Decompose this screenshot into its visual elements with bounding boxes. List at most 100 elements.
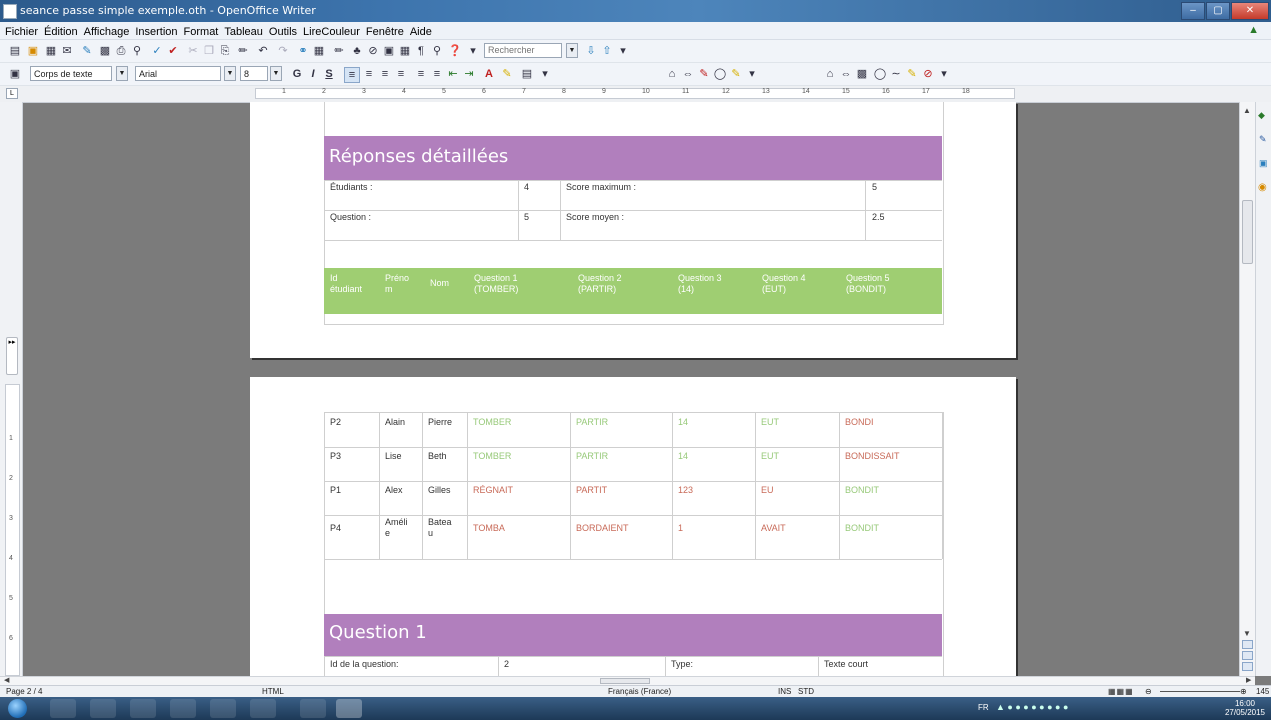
font-color-icon[interactable]: A (482, 67, 496, 81)
sidebar-properties-icon[interactable]: ◆ (1258, 110, 1265, 121)
font-name-field[interactable]: Arial (135, 66, 221, 81)
export-pdf-icon[interactable]: ▩ (98, 44, 112, 58)
lirecouleur2-wave-icon[interactable]: ∼ (889, 67, 903, 81)
taskbar-media-icon[interactable] (130, 699, 156, 718)
status-ins[interactable]: INS (778, 687, 791, 696)
zoom-out-icon[interactable]: ⊖ (1145, 687, 1152, 696)
close-button[interactable]: ✕ (1231, 2, 1269, 20)
menu-item-8[interactable]: Fenêtre (363, 24, 407, 41)
zoom-icon[interactable]: ⚲ (430, 44, 444, 58)
lirecouleur-pencil-icon[interactable]: ✎ (697, 67, 711, 81)
autospell-icon[interactable]: ✔ (166, 44, 180, 58)
sidebar-navigator-icon[interactable]: ◉ (1258, 182, 1267, 193)
search-dropdown-icon[interactable]: ▼ (566, 43, 578, 58)
status-std[interactable]: STD (798, 687, 814, 696)
clone-format-icon[interactable]: ✏ (236, 44, 250, 58)
font-size-field[interactable]: 8 (240, 66, 268, 81)
clock[interactable]: 16:00 27/05/2015 (1225, 699, 1265, 717)
edit-mode-icon[interactable]: ✎ (80, 44, 94, 58)
copy-icon[interactable]: ❐ (202, 44, 216, 58)
format-more-icon[interactable]: ▾ (538, 67, 552, 81)
toolbar-options-icon[interactable]: ▾ (466, 44, 480, 58)
lirecouleur2-link-icon[interactable]: ⇔ (839, 67, 853, 81)
underline-button[interactable]: S (322, 67, 336, 81)
tray-language[interactable]: FR (978, 703, 989, 712)
find-next-icon[interactable]: ⇩ (584, 44, 598, 58)
spellcheck-icon[interactable]: ✓ (150, 44, 164, 58)
taskbar-firefox-icon[interactable] (170, 699, 196, 718)
undo-icon[interactable]: ↶ (256, 44, 270, 58)
lirecouleur2-more-icon[interactable]: ▾ (937, 67, 951, 81)
status-zoom[interactable]: 145 (1256, 687, 1269, 696)
view-layout-icon[interactable]: ▦▦▦ (1108, 687, 1134, 696)
menu-item-0[interactable]: Fichier (2, 24, 41, 41)
print-preview-icon[interactable]: ⚲ (130, 44, 144, 58)
next-page-icon[interactable] (1242, 662, 1253, 671)
numbering-icon[interactable]: ≡ (414, 67, 428, 81)
find-previous-icon[interactable]: ⇧ (600, 44, 614, 58)
taskbar-explorer-icon[interactable] (90, 699, 116, 718)
align-left-icon[interactable]: ≡ (344, 67, 360, 83)
bold-button[interactable]: G (290, 67, 304, 81)
find-replace-icon[interactable]: ♣ (350, 44, 364, 58)
lirecouleur2-syllable-icon[interactable]: ▩ (855, 67, 869, 81)
taskbar-app6-icon[interactable] (250, 699, 276, 718)
toolbar-more-icon[interactable]: ▾ (616, 44, 630, 58)
lirecouleur2-brush-icon[interactable]: ✎ (905, 67, 919, 81)
paste-icon[interactable]: ⎘ (218, 44, 232, 58)
menu-item-3[interactable]: Insertion (132, 24, 180, 41)
styles-icon[interactable]: ▣ (8, 67, 22, 81)
minimize-button[interactable]: – (1181, 2, 1205, 20)
mail-icon[interactable]: ✉ (60, 44, 74, 58)
lirecouleur2-home-icon[interactable]: ⌂ (823, 67, 837, 81)
font-name-dropdown-icon[interactable]: ▼ (224, 66, 236, 81)
taskbar-app7-icon[interactable] (300, 699, 326, 718)
data-sources-icon[interactable]: ▦ (398, 44, 412, 58)
navigator-icon[interactable]: ⊘ (366, 44, 380, 58)
status-language[interactable]: Français (France) (608, 687, 671, 696)
gallery-icon[interactable]: ▣ (382, 44, 396, 58)
close-document-icon[interactable]: ▲ (1248, 24, 1259, 36)
lirecouleur-link-icon[interactable]: ⇔ (681, 67, 695, 81)
align-center-icon[interactable]: ≡ (362, 67, 376, 81)
lirecouleur-brush-icon[interactable]: ✎ (729, 67, 743, 81)
scroll-up-icon[interactable]: ▲ (1243, 106, 1251, 115)
menu-item-1[interactable]: Édition (41, 24, 81, 41)
start-button[interactable] (8, 699, 27, 718)
increase-indent-icon[interactable]: ⇥ (462, 67, 476, 81)
menu-item-7[interactable]: LireCouleur (300, 24, 363, 41)
menu-item-9[interactable]: Aide (407, 24, 435, 41)
highlight-icon[interactable]: ✎ (500, 67, 514, 81)
print-icon[interactable]: ⎙ (114, 44, 128, 58)
menu-item-6[interactable]: Outils (266, 24, 300, 41)
open-icon[interactable]: ▣ (26, 44, 40, 58)
taskbar-app5-icon[interactable] (210, 699, 236, 718)
font-size-dropdown-icon[interactable]: ▼ (270, 66, 282, 81)
taskbar-writer-icon[interactable] (336, 699, 362, 718)
tray-icons[interactable]: ▲ ● ● ● ● ● ● ● ● (996, 702, 1068, 712)
background-color-icon[interactable]: ▤ (520, 67, 534, 81)
cut-icon[interactable]: ✂ (186, 44, 200, 58)
zoom-in-icon[interactable]: ⊕ (1240, 687, 1247, 696)
hscroll-thumb[interactable] (600, 678, 650, 684)
lirecouleur2-bubble-icon[interactable]: ◯ (873, 67, 887, 81)
italic-button[interactable]: I (306, 67, 320, 81)
table-icon[interactable]: ▦ (312, 44, 326, 58)
paragraph-style-field[interactable]: Corps de texte (30, 66, 112, 81)
scrollbar-thumb[interactable] (1242, 200, 1253, 264)
help-icon[interactable]: ❓ (448, 44, 462, 58)
bullets-icon[interactable]: ≡ (430, 67, 444, 81)
menu-item-4[interactable]: Format (181, 24, 222, 41)
justify-icon[interactable]: ≡ (394, 67, 408, 81)
previous-page-icon[interactable] (1242, 640, 1253, 649)
draw-functions-icon[interactable]: ✏ (332, 44, 346, 58)
lirecouleur-home-icon[interactable]: ⌂ (665, 67, 679, 81)
menu-item-2[interactable]: Affichage (81, 24, 133, 41)
tab-stop-selector[interactable]: L (6, 88, 18, 99)
lirecouleur-bubble-icon[interactable]: ◯ (713, 67, 727, 81)
horizontal-ruler[interactable]: 1 2 3 4 5 6 7 8 9 10 11 12 13 14 15 16 17 18 (255, 88, 1015, 99)
maximize-button[interactable]: ▢ (1206, 2, 1230, 20)
hyperlink-icon[interactable]: ⚭ (296, 44, 310, 58)
sidebar-styles-icon[interactable]: ✎ (1259, 134, 1267, 145)
lirecouleur-more-icon[interactable]: ▾ (745, 67, 759, 81)
